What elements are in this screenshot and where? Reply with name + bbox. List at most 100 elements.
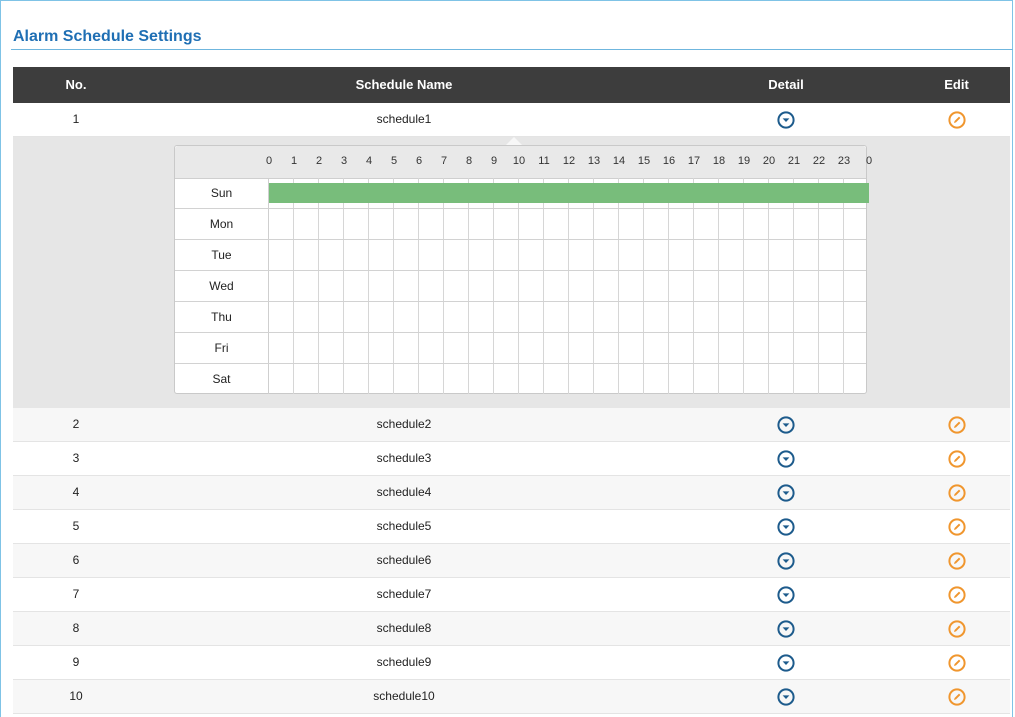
hour-slot (369, 240, 394, 270)
day-label: Mon (175, 209, 269, 239)
edit-button[interactable] (903, 578, 1010, 611)
chevron-down-circle-icon[interactable] (777, 416, 795, 434)
chevron-down-circle-icon[interactable] (777, 518, 795, 536)
hour-slot (669, 209, 694, 239)
hour-slot (494, 271, 519, 301)
pencil-circle-icon[interactable] (947, 688, 966, 706)
day-label: Tue (175, 240, 269, 270)
hour-slot (819, 209, 844, 239)
pencil-circle-icon[interactable] (947, 620, 966, 638)
hour-slot (794, 271, 819, 301)
header-schedule-name: Schedule Name (355, 77, 453, 92)
hour-label: 12 (562, 155, 576, 167)
edit-button[interactable] (903, 476, 1010, 509)
edit-button[interactable] (903, 612, 1010, 645)
chevron-down-circle-icon[interactable] (777, 552, 795, 570)
table-header: No. Schedule Name Detail Edit (13, 67, 1010, 103)
hour-header: 0 1 2 3 4 5 6 7 8 9 10 11 12 13 14 15 16 17 18 19 20 21 22 23 0 (175, 146, 872, 179)
hour-slot (619, 240, 644, 270)
pencil-circle-icon[interactable] (947, 654, 966, 672)
hour-slot (719, 364, 744, 394)
pencil-circle-icon[interactable] (947, 416, 966, 434)
detail-button[interactable] (669, 408, 903, 441)
hour-slot (744, 271, 769, 301)
day-label: Fri (175, 333, 269, 363)
hour-slot (419, 240, 444, 270)
hour-slot (444, 364, 469, 394)
hour-label: 2 (315, 155, 323, 167)
hour-slot (269, 364, 294, 394)
hour-slot (294, 271, 319, 301)
schedule-name: schedule4 (376, 485, 432, 499)
pencil-circle-icon[interactable] (947, 518, 966, 536)
hour-slot (619, 364, 644, 394)
hour-slot (269, 209, 294, 239)
hour-label: 0 (865, 155, 873, 167)
edit-button[interactable] (903, 680, 1010, 713)
hour-slot (694, 240, 719, 270)
hour-slot (469, 209, 494, 239)
hour-slot (469, 364, 494, 394)
schedule-name: schedule10 (373, 689, 435, 703)
hour-slot (719, 240, 744, 270)
schedule-name: schedule2 (376, 417, 432, 431)
table-row: 10 schedule10 (13, 680, 1010, 714)
detail-button[interactable] (669, 612, 903, 645)
detail-button[interactable] (669, 442, 903, 475)
detail-button[interactable] (669, 103, 903, 136)
chevron-down-circle-icon[interactable] (777, 620, 795, 638)
page-title: Alarm Schedule Settings (13, 28, 202, 45)
edit-button[interactable] (903, 103, 1010, 136)
schedule-name: schedule5 (376, 519, 432, 533)
row-number: 3 (72, 451, 80, 465)
hour-slot (844, 302, 869, 332)
hour-slot (769, 302, 794, 332)
chevron-down-circle-icon[interactable] (777, 450, 795, 468)
hour-slot (769, 333, 794, 363)
pencil-circle-icon[interactable] (947, 111, 966, 129)
hour-slot (494, 302, 519, 332)
hour-slot (519, 302, 544, 332)
hour-slot (619, 302, 644, 332)
table-row: 9 schedule9 (13, 646, 1010, 680)
hour-slot (819, 240, 844, 270)
chevron-down-circle-icon[interactable] (777, 654, 795, 672)
edit-button[interactable] (903, 646, 1010, 679)
hour-slot (394, 302, 419, 332)
edit-button[interactable] (903, 544, 1010, 577)
row-number: 7 (72, 587, 80, 601)
pencil-circle-icon[interactable] (947, 484, 966, 502)
edit-button[interactable] (903, 408, 1010, 441)
hour-slot (719, 271, 744, 301)
hour-label: 8 (465, 155, 473, 167)
chevron-down-circle-icon[interactable] (777, 688, 795, 706)
chevron-down-circle-icon[interactable] (777, 484, 795, 502)
detail-button[interactable] (669, 544, 903, 577)
hour-slot (519, 333, 544, 363)
hour-slot (419, 209, 444, 239)
day-row: Tue (175, 240, 866, 271)
hour-label: 18 (712, 155, 726, 167)
schedule-name: schedule3 (376, 451, 432, 465)
hour-slot (594, 209, 619, 239)
hour-slot (394, 364, 419, 394)
chevron-down-circle-icon[interactable] (777, 111, 795, 129)
detail-button[interactable] (669, 646, 903, 679)
detail-button[interactable] (669, 578, 903, 611)
hour-label: 5 (390, 155, 398, 167)
hour-slot (519, 209, 544, 239)
pencil-circle-icon[interactable] (947, 586, 966, 604)
detail-button[interactable] (669, 680, 903, 713)
edit-button[interactable] (903, 510, 1010, 543)
detail-button[interactable] (669, 510, 903, 543)
edit-button[interactable] (903, 442, 1010, 475)
schedule-name: schedule8 (376, 621, 432, 635)
table-row: 3 schedule3 (13, 442, 1010, 476)
hour-label: 3 (340, 155, 348, 167)
pencil-circle-icon[interactable] (947, 450, 966, 468)
pencil-circle-icon[interactable] (947, 552, 966, 570)
hour-slot (619, 209, 644, 239)
detail-button[interactable] (669, 476, 903, 509)
day-label: Wed (175, 271, 269, 301)
chevron-down-circle-icon[interactable] (777, 586, 795, 604)
